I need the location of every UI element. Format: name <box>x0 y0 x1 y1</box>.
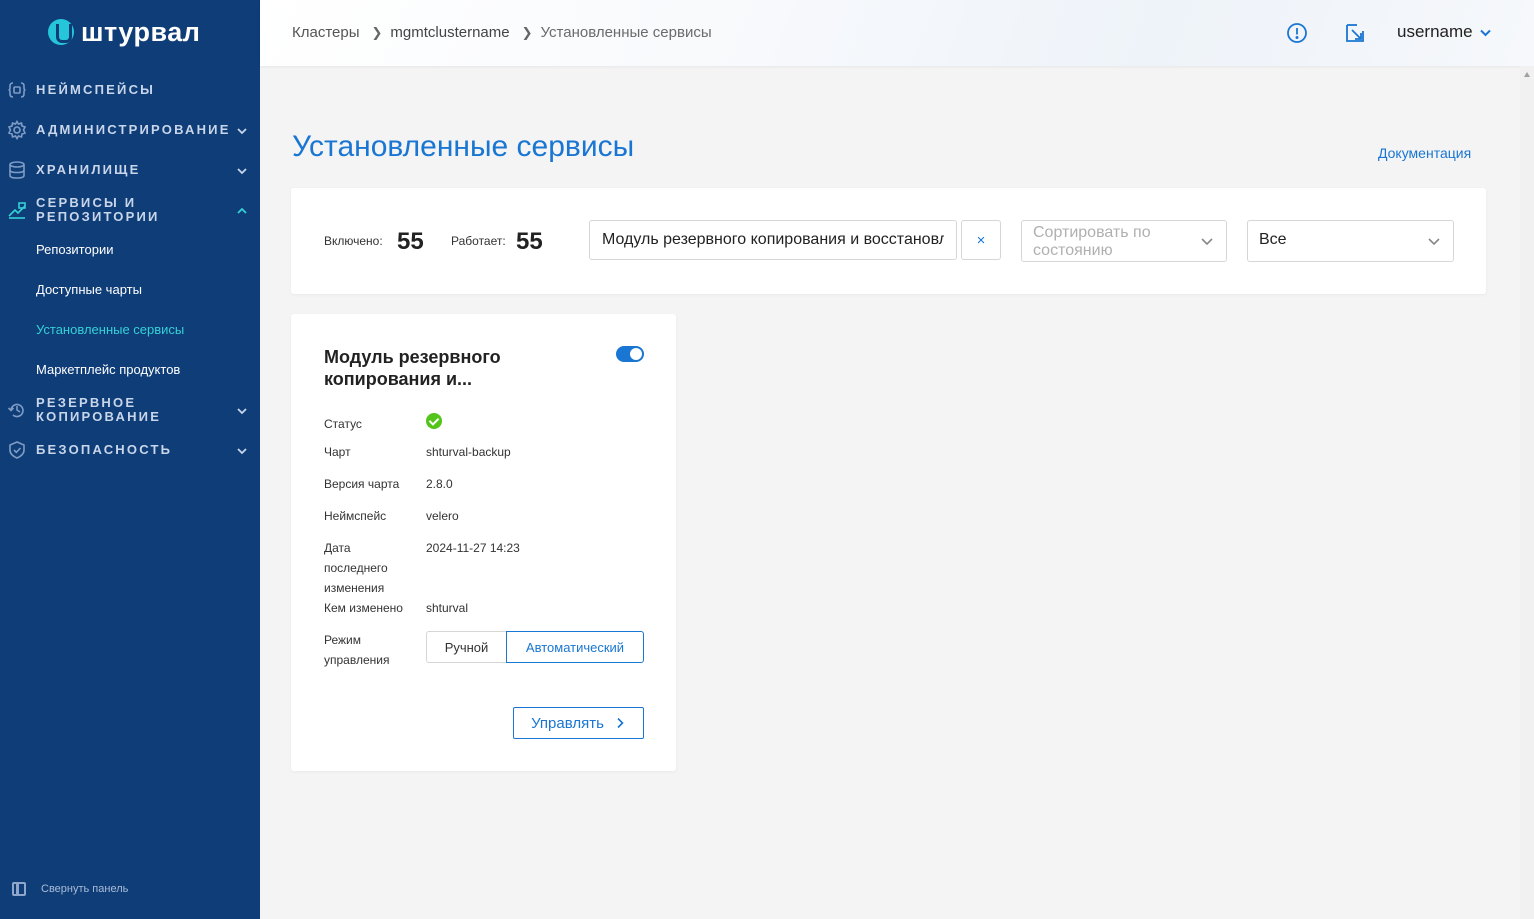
namespace-label: Неймспейс <box>324 509 387 523</box>
chevron-right-icon: ❯ <box>371 24 383 40</box>
sidebar-item-label: Безопасность <box>36 442 173 457</box>
chevron-down-icon <box>1427 234 1441 248</box>
enabled-count-value: 55 <box>397 228 424 255</box>
chart-version-value: 2.8.0 <box>426 477 453 491</box>
service-enabled-toggle[interactable] <box>616 346 644 362</box>
backup-icon <box>7 400 27 420</box>
sidebar-item-administration[interactable]: Администрирование <box>0 120 260 140</box>
page-scrollbar[interactable] <box>1520 66 1534 919</box>
modified-date-label-line3: изменения <box>324 581 385 595</box>
sidebar-item-backup[interactable]: Резервное копирование <box>0 396 260 424</box>
logo-text: штурвал <box>81 16 201 47</box>
clear-search-button[interactable]: × <box>961 220 1001 260</box>
modified-date-label-line1: Дата <box>324 541 351 555</box>
enabled-count-label: Включено: <box>324 234 383 248</box>
manage-button-label: Управлять <box>531 714 604 732</box>
breadcrumb-clusters[interactable]: Кластеры <box>292 24 360 41</box>
control-mode-switch: Ручной Автоматический <box>426 631 644 663</box>
sidebar-subitem-installed-services[interactable]: Установленные сервисы <box>36 322 184 337</box>
manage-button[interactable]: Управлять <box>513 707 644 739</box>
filter-bar: Включено: 55 Работает: 55 × Сортировать … <box>291 188 1486 294</box>
page-title: Установленные сервисы <box>292 130 635 163</box>
modified-date-label-line2: последнего <box>324 561 388 575</box>
documentation-link[interactable]: Документация <box>1378 145 1471 161</box>
status-label: Статус <box>324 417 362 431</box>
collapse-panel-label: Свернуть панель <box>41 883 129 895</box>
sidebar-subitem-available-charts[interactable]: Доступные чарты <box>36 282 142 297</box>
chevron-down-icon <box>236 164 248 176</box>
mode-automatic-button[interactable]: Автоматический <box>506 631 644 663</box>
chevron-up-icon <box>236 204 248 216</box>
search-input[interactable] <box>589 220 957 260</box>
chart-value: shturval-backup <box>426 445 511 459</box>
shield-icon <box>7 440 27 460</box>
logo-icon <box>48 19 74 45</box>
sidebar-item-namespaces[interactable]: Неймспейсы <box>0 82 260 98</box>
service-title: Модуль резервного копирования и... <box>324 347 501 389</box>
chart-label: Чарт <box>324 445 351 459</box>
sort-select[interactable]: Сортировать по состоянию <box>1021 220 1227 262</box>
gear-icon <box>7 120 27 140</box>
alert-icon[interactable] <box>1286 22 1308 44</box>
sidebar-item-security[interactable]: Безопасность <box>0 440 260 460</box>
username: username <box>1397 22 1473 41</box>
close-icon: × <box>976 231 986 249</box>
status-ok-icon <box>426 413 442 429</box>
collapse-panel-button[interactable]: Свернуть панель <box>12 882 128 896</box>
database-icon <box>7 160 27 180</box>
sidebar: штурвал Неймспейсы Администрирование Хра… <box>0 0 260 919</box>
state-filter-value: Все <box>1259 231 1287 248</box>
sidebar-item-label: Резервное копирование <box>36 395 162 424</box>
sidebar-item-label: Администрирование <box>36 122 231 137</box>
logo[interactable]: штурвал <box>48 16 200 48</box>
namespace-value: velero <box>426 509 459 523</box>
chevron-down-icon <box>236 404 248 416</box>
modified-by-label: Кем изменено <box>324 601 403 615</box>
control-mode-label-line1: Режим <box>324 633 361 647</box>
mode-manual-button[interactable]: Ручной <box>426 631 506 663</box>
user-menu[interactable]: username <box>1397 22 1492 42</box>
chart-version-label: Версия чарта <box>324 477 400 491</box>
control-mode-label-line2: управления <box>324 653 390 667</box>
services-icon <box>7 200 27 220</box>
chevron-right-icon <box>617 717 624 729</box>
sidebar-item-storage[interactable]: Хранилище <box>0 160 260 180</box>
modified-by-value: shturval <box>426 601 469 615</box>
chevron-down-icon <box>236 124 248 136</box>
braces-icon <box>7 80 27 100</box>
modified-date-value: 2024-11-27 14:23 <box>426 541 520 555</box>
top-header: Кластеры ❯ mgmtclustername ❯ Установленн… <box>260 0 1534 66</box>
state-filter-select[interactable]: Все <box>1247 220 1454 262</box>
breadcrumb: Кластеры ❯ mgmtclustername ❯ Установленн… <box>292 24 712 41</box>
running-count-value: 55 <box>516 228 543 255</box>
chevron-down-icon <box>1200 234 1214 248</box>
sidebar-item-label: Неймспейсы <box>36 82 156 97</box>
service-card: Модуль резервного копирования и... Стату… <box>291 314 676 771</box>
sidebar-item-services[interactable]: Сервисы и репозитории <box>0 196 260 224</box>
sidebar-subitem-repositories[interactable]: Репозитории <box>36 242 113 257</box>
breadcrumb-current: Установленные сервисы <box>540 24 712 41</box>
sort-select-placeholder: Сортировать по состоянию <box>1033 224 1151 259</box>
chevron-down-icon <box>1479 29 1491 36</box>
external-link-icon[interactable] <box>1344 22 1366 44</box>
running-count-label: Работает: <box>451 234 506 248</box>
sidebar-subitem-marketplace[interactable]: Маркетплейс продуктов <box>36 362 180 377</box>
chevron-down-icon <box>236 444 248 456</box>
breadcrumb-cluster[interactable]: mgmtclustername <box>390 24 509 41</box>
chevron-right-icon: ❯ <box>521 24 533 40</box>
sidebar-collapse-icon <box>12 882 26 896</box>
sidebar-item-label: Сервисы и репозитории <box>36 195 160 224</box>
sidebar-item-label: Хранилище <box>36 162 141 177</box>
